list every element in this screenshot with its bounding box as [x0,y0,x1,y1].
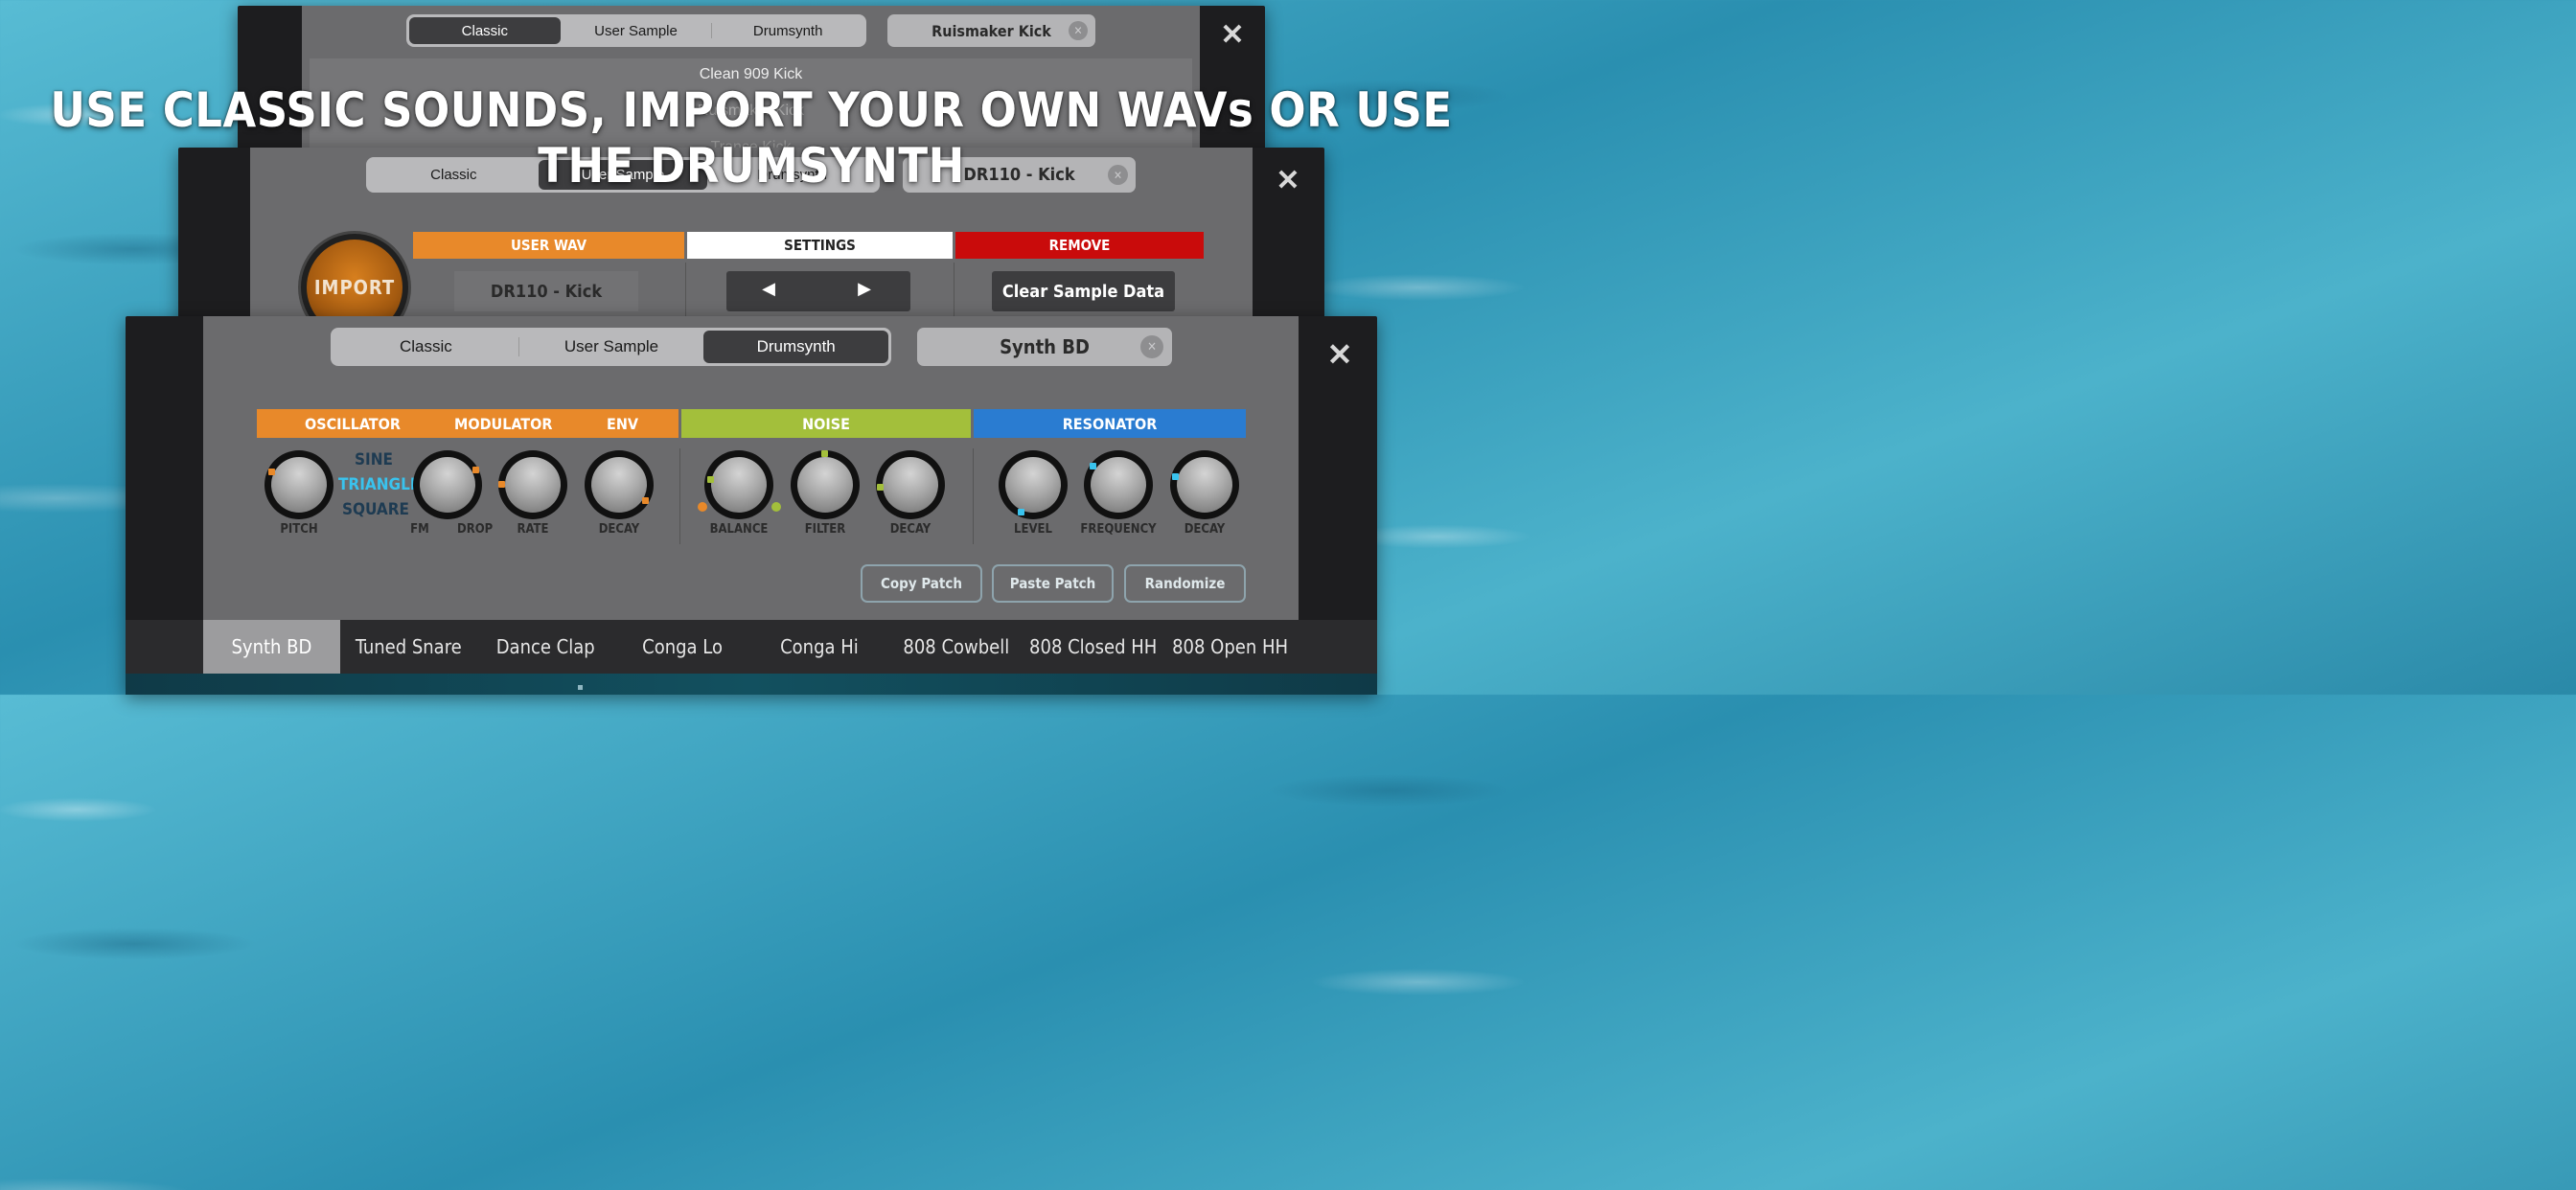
tab-classic[interactable]: Classic [334,331,518,363]
bottom-strip [126,674,1377,695]
list-item[interactable]: Clean 909 Kick [310,66,1192,83]
previous-icon[interactable]: ◀ [749,279,788,304]
instrument-tab[interactable]: 808 Open HH [1162,620,1299,674]
noise-decay-label: DECAY [889,522,932,537]
env-header: ENV [607,415,639,433]
instrument-tab[interactable]: 808 Cowbell [887,620,1024,674]
rate-label: RATE [517,522,549,537]
level-label: LEVEL [1014,522,1052,537]
copy-patch-button[interactable]: Copy Patch [861,564,982,603]
frequency-label: FREQUENCY [1080,522,1157,537]
fm-label: FM [410,522,429,537]
clear-icon[interactable]: ✕ [1069,21,1088,40]
instrument-tab[interactable]: Conga Hi [751,620,888,674]
env-decay-knob[interactable] [585,450,654,519]
osc-mod-env-header: OSCILLATOR MODULATOR ENV [257,409,678,438]
balance-label: BALANCE [709,522,769,537]
tab-user-sample[interactable]: User Sample [519,331,704,363]
balance-max-dot [771,502,781,512]
sound-name-field[interactable]: Synth BD ✕ [917,328,1172,366]
clear-sample-data-button[interactable]: Clear Sample Data [992,271,1175,311]
noise-header: NOISE [681,409,971,438]
tab-classic[interactable]: Classic [409,17,561,44]
rate-knob[interactable] [498,450,567,519]
balance-min-dot [698,502,707,512]
next-icon[interactable]: ▶ [845,279,884,304]
sound-name-text: Synth BD [1000,335,1090,358]
sound-name-field[interactable]: Ruismaker Kick ✕ [887,14,1095,47]
instrument-tab[interactable]: Conga Lo [614,620,751,674]
sample-file-name: DR110 - Kick [454,271,638,311]
instrument-tab[interactable]: Synth BD [203,620,340,674]
clear-icon[interactable]: ✕ [1140,335,1163,358]
tab-drumsynth[interactable]: Drumsynth [712,17,863,44]
instrument-tab-bar: Synth BD Tuned Snare Dance Clap Conga Lo… [203,620,1299,674]
settings-header: SETTINGS [687,232,953,259]
modulator-header: MODULATOR [454,415,553,433]
resonator-decay-knob[interactable] [1170,450,1239,519]
close-icon[interactable]: ✕ [1215,17,1250,52]
remove-header: REMOVE [955,232,1204,259]
noise-decay-knob[interactable] [876,450,945,519]
filter-label: FILTER [804,522,846,537]
close-icon[interactable]: ✕ [1321,335,1359,374]
frequency-knob[interactable] [1084,450,1153,519]
section-divider [973,448,974,544]
balance-knob[interactable] [704,450,773,519]
page-indicator-dot [578,685,583,690]
env-decay-label: DECAY [598,522,640,537]
tab-drumsynth[interactable]: Drumsynth [703,331,889,363]
classic-panel-source-selector: Classic User Sample Drumsynth [406,14,866,47]
promo-headline: USE CLASSIC SOUNDS, IMPORT YOUR OWN WAVs… [50,82,1453,194]
pitch-label: PITCH [280,522,318,537]
drumsynth-panel: Classic User Sample Drumsynth Synth BD ✕… [126,316,1377,695]
import-label: IMPORT [313,276,396,299]
pitch-knob[interactable] [264,450,334,519]
tab-user-sample[interactable]: User Sample [561,17,712,44]
settings-stepper: ◀ ▶ [726,271,910,311]
resonator-header: RESONATOR [974,409,1246,438]
level-knob[interactable] [999,450,1068,519]
instrument-tab[interactable]: 808 Closed HH [1024,620,1162,674]
resonator-decay-label: DECAY [1184,522,1226,537]
fm-drop-knob[interactable] [413,450,482,519]
instrument-tab[interactable]: Tuned Snare [340,620,477,674]
filter-knob[interactable] [791,450,860,519]
user-wav-header: USER WAV [413,232,684,259]
randomize-button[interactable]: Randomize [1124,564,1246,603]
waveform-sine[interactable]: SINE [342,450,405,469]
oscillator-header: OSCILLATOR [305,415,401,433]
instrument-tab[interactable]: Dance Clap [477,620,614,674]
drumsynth-source-selector: Classic User Sample Drumsynth [331,328,891,366]
paste-patch-button[interactable]: Paste Patch [992,564,1114,603]
waveform-square[interactable]: SQUARE [342,500,409,519]
drop-label: DROP [457,522,494,537]
waveform-triangle[interactable]: TRIANGLE [338,475,420,494]
sound-name-text: Ruismaker Kick [932,21,1051,40]
section-divider [679,448,680,544]
